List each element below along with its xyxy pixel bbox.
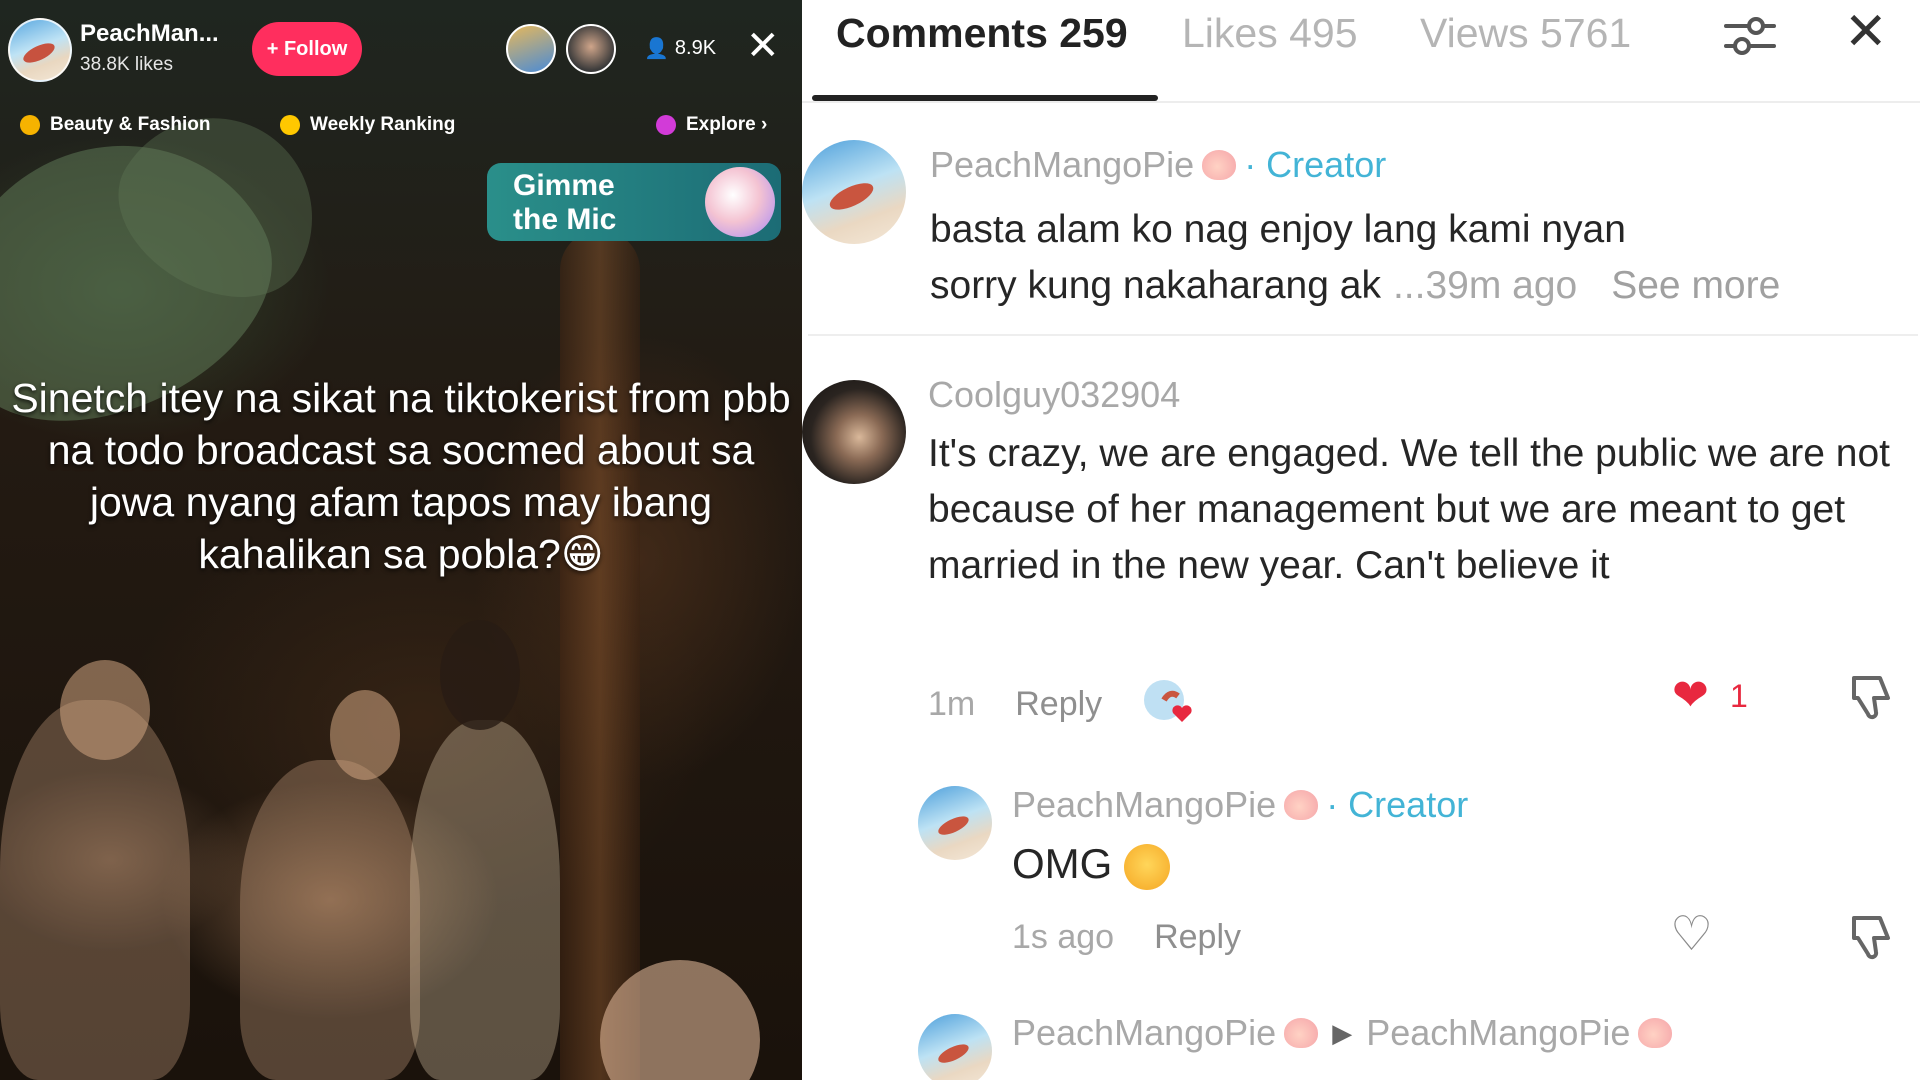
peach-emoji-icon	[1284, 790, 1319, 820]
avatar[interactable]	[918, 1014, 992, 1080]
viewer-avatar[interactable]	[506, 24, 556, 74]
avatar[interactable]	[918, 786, 992, 860]
comment-username[interactable]: PeachMangoPie · Creator	[930, 144, 1386, 186]
filter-sliders-icon[interactable]	[1722, 14, 1778, 58]
comment-meta: 1s ago Reply	[1012, 918, 1241, 957]
comments-panel: Comments 259 Likes 495 Views 5761 ✕ Peac…	[802, 0, 1920, 1080]
host-avatar[interactable]	[8, 18, 72, 82]
comment-text: OMG	[1012, 836, 1170, 892]
comments-tabs: Comments 259 Likes 495 Views 5761 ✕	[802, 0, 1920, 104]
timestamp: 1m	[928, 684, 976, 723]
tab-comments[interactable]: Comments 259	[836, 10, 1128, 57]
avatar[interactable]	[802, 140, 906, 244]
creator-badge: · Creator	[1326, 784, 1469, 825]
flushed-face-emoji-icon	[1124, 843, 1170, 890]
tab-views[interactable]: Views 5761	[1420, 10, 1631, 57]
creator-badge: · Creator	[1244, 144, 1387, 185]
comment-text-value: OMG	[1012, 840, 1113, 887]
reply-button[interactable]: Reply	[1154, 918, 1241, 957]
viewer-count-value: 8.9K	[674, 37, 717, 59]
comment-username[interactable]: Coolguy032904	[928, 374, 1180, 416]
host-likes: 38.8K likes	[80, 54, 173, 75]
reply-to-username[interactable]: PeachMangoPie	[1366, 1012, 1630, 1054]
background-person	[410, 720, 560, 1080]
gimme-the-mic-banner[interactable]: Gimme the Mic	[487, 163, 781, 241]
background-person-head	[440, 620, 520, 730]
like-heart-outline-icon[interactable]: ♡	[1670, 906, 1713, 962]
background-person-head	[330, 690, 400, 780]
background-person-head	[60, 660, 150, 760]
creator-liked-icon	[1144, 680, 1192, 722]
dislike-icon[interactable]	[1846, 672, 1896, 722]
tag-weekly-ranking[interactable]: Weekly Ranking	[280, 108, 455, 142]
live-video-panel[interactable]: PeachMan... 38.8K likes + Follow 👤 8.9K …	[0, 0, 802, 1080]
background-pillar	[560, 230, 640, 1080]
like-count: 1	[1730, 678, 1748, 714]
avatar[interactable]	[802, 380, 906, 484]
viewer-count[interactable]: 👤 8.9K	[644, 36, 716, 61]
reply-arrow-icon: ▶	[1332, 1017, 1353, 1048]
close-icon[interactable]: ✕	[746, 26, 780, 66]
peach-emoji-icon	[1202, 150, 1237, 180]
like-heart-icon[interactable]: ❤	[1672, 670, 1709, 721]
background-person	[240, 760, 420, 1080]
tag-explore[interactable]: Explore ›	[656, 108, 767, 142]
viewer-avatar[interactable]	[566, 24, 616, 74]
timestamp: ...39m ago	[1392, 264, 1578, 307]
tab-likes[interactable]: Likes 495	[1182, 10, 1358, 57]
video-caption: Sinetch itey na sikat na tiktokerist fro…	[11, 375, 791, 577]
username[interactable]: PeachMangoPie	[1012, 784, 1276, 826]
dislike-icon[interactable]	[1846, 912, 1896, 962]
username[interactable]: PeachMangoPie	[1012, 1012, 1276, 1054]
username[interactable]: PeachMangoPie	[930, 144, 1194, 186]
reply-button[interactable]: Reply	[1015, 685, 1102, 724]
close-icon[interactable]: ✕	[1844, 6, 1888, 58]
tag-label: Weekly Ranking	[310, 114, 456, 135]
host-name[interactable]: PeachMan...	[80, 20, 219, 48]
comment-line: sorry kung nakaharang ak	[930, 264, 1381, 307]
ranking-icon	[280, 115, 300, 135]
beauty-icon	[20, 115, 40, 135]
peach-emoji-icon	[1638, 1018, 1673, 1048]
live-header: PeachMan... 38.8K likes + Follow 👤 8.9K …	[0, 0, 802, 100]
username[interactable]: Coolguy032904	[928, 374, 1180, 416]
follow-button[interactable]: + Follow	[252, 22, 362, 76]
divider	[808, 334, 1918, 336]
timestamp: 1s ago	[1012, 918, 1115, 956]
divider	[802, 101, 1920, 103]
comment-meta: 1m Reply	[928, 678, 1194, 730]
comment-line: sorry kung nakaharang ak ...39m ago See …	[930, 258, 1890, 314]
tag-beauty-fashion[interactable]: Beauty & Fashion	[20, 108, 210, 142]
comment-username[interactable]: PeachMangoPie ▶ PeachMangoPie	[1012, 1012, 1673, 1054]
tag-label: Beauty & Fashion	[50, 114, 211, 135]
peach-emoji-icon	[1284, 1018, 1319, 1048]
comment-line: basta alam ko nag enjoy lang kami nyan	[930, 208, 1626, 251]
comment-username[interactable]: PeachMangoPie · Creator	[1012, 784, 1468, 826]
comment-text: It's crazy, we are engaged. We tell the …	[928, 432, 1891, 587]
tag-label: Explore ›	[686, 114, 768, 135]
see-more-link[interactable]: See more	[1611, 258, 1780, 314]
microphone-icon	[705, 167, 775, 237]
comment-text: basta alam ko nag enjoy lang kami nyan s…	[930, 202, 1890, 314]
person-icon: 👤	[644, 38, 669, 60]
explore-icon	[656, 115, 676, 135]
